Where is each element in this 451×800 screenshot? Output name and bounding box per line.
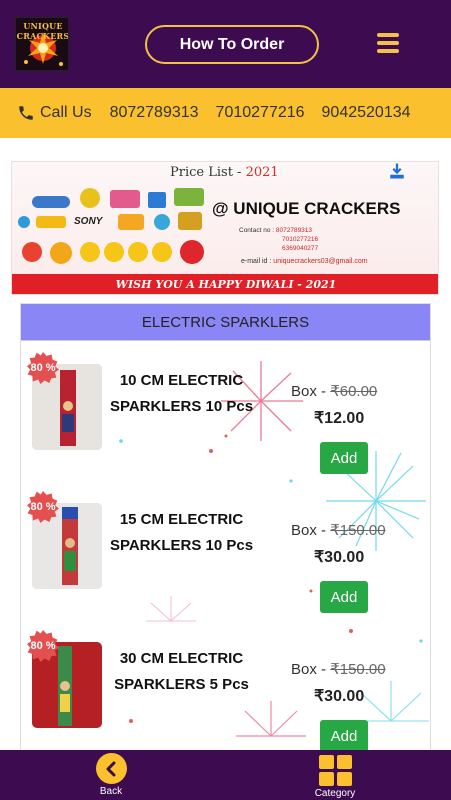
site-logo[interactable]: UNIQUE CRACKERS <box>15 17 69 71</box>
phone-number-link[interactable]: 8072789313 <box>110 104 199 122</box>
product-name: 30 CM ELECTRIC SPARKLERS 5 Pcs <box>114 650 249 693</box>
top-header: UNIQUE CRACKERS How To Order <box>0 0 451 88</box>
add-to-cart-button[interactable]: Add <box>320 581 368 613</box>
product-item: 80 % 10 CM ELECTRIC SPARKLERS 10 Pcs Box… <box>21 344 430 483</box>
diwali-wish-strip: WISH YOU A HAPPY DIWALI - 2021 <box>12 274 438 294</box>
call-bar: Call Us 8072789313 7010277216 9042520134 <box>0 88 451 138</box>
phone-number-link[interactable]: 9042520134 <box>322 104 411 122</box>
banner-brand: @ UNIQUE CRACKERS <box>212 199 401 218</box>
category-label: Category <box>314 788 356 799</box>
download-icon[interactable] <box>388 162 406 180</box>
bottom-nav: Back Category <box>0 750 451 800</box>
product-name: 10 CM ELECTRIC SPARKLERS 10 Pcs <box>109 372 254 415</box>
back-label: Back <box>99 786 123 797</box>
product-unit-mrp: Box - ₹60.00 <box>291 383 378 400</box>
category-nav-item[interactable]: Category <box>310 755 360 799</box>
product-item: 80 % 15 CM ELECTRIC SPARKLERS 10 Pcs Box… <box>21 483 430 622</box>
banner-title: Price List - 2021 <box>170 165 279 180</box>
banner-contact: Contact no : 8072789313 7010277216 63690… <box>239 227 319 252</box>
category-header: ELECTRIC SPARKLERS <box>21 304 430 341</box>
product-name: 15 CM ELECTRIC SPARKLERS 10 Pcs <box>109 511 254 554</box>
phone-number-link[interactable]: 7010277216 <box>216 104 305 122</box>
back-nav-item[interactable]: Back <box>94 753 128 797</box>
add-to-cart-button[interactable]: Add <box>320 442 368 474</box>
add-to-cart-button[interactable]: Add <box>320 720 368 752</box>
how-to-order-button[interactable]: How To Order <box>145 25 319 64</box>
back-arrow-icon[interactable] <box>95 753 127 784</box>
hamburger-menu-icon[interactable] <box>377 33 399 53</box>
logo-text: UNIQUE CRACKERS <box>16 21 69 41</box>
product-price: ₹30.00 <box>314 549 365 566</box>
category-grid-icon[interactable] <box>319 755 352 786</box>
price-list-banner[interactable]: Price List - 2021 SONY @ UNIQUE CRACKERS… <box>11 161 439 295</box>
call-us-label: Call Us <box>40 104 92 121</box>
product-price: ₹30.00 <box>314 688 365 705</box>
phone-icon <box>19 106 33 120</box>
product-price: ₹12.00 <box>314 410 365 427</box>
banner-email: e-mail id : uniquecrackers03@gmail.com <box>241 258 368 265</box>
product-unit-mrp: Box - ₹150.00 <box>291 522 386 539</box>
product-unit-mrp: Box - ₹150.00 <box>291 661 386 678</box>
product-panel: ELECTRIC SPARKLERS 80 % 10 CM ELECTRIC S… <box>20 303 431 753</box>
product-item: 80 % 30 CM ELECTRIC SPARKLERS 5 Pcs Box … <box>21 622 430 752</box>
